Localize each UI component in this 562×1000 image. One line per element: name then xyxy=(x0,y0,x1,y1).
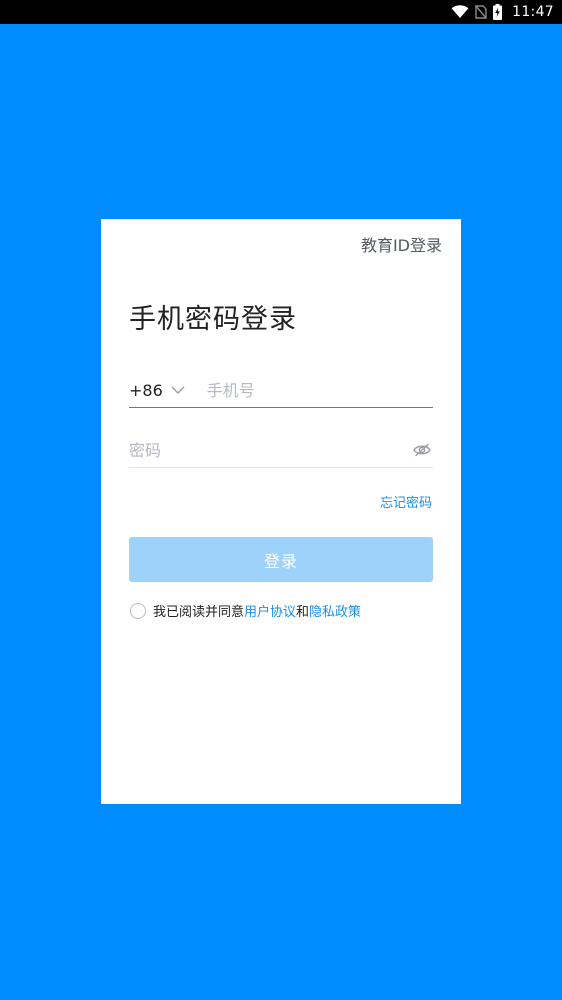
agreement-checkbox[interactable] xyxy=(130,602,146,619)
phone-field-row: +86 xyxy=(129,373,433,408)
agreement-conjunction: 和 xyxy=(296,605,310,620)
no-sim-icon xyxy=(475,5,488,19)
user-agreement-link[interactable]: 用户协议 xyxy=(244,601,296,620)
agreement-prefix: 我已阅读并同意 xyxy=(153,605,245,620)
battery-charging-icon xyxy=(493,4,503,20)
country-code-label: +86 xyxy=(129,380,163,400)
status-icons: 11:47 xyxy=(451,0,554,24)
privacy-policy-link[interactable]: 隐私政策 xyxy=(309,601,361,620)
login-button[interactable]: 登录 xyxy=(129,537,433,582)
wifi-icon xyxy=(451,5,469,19)
country-code-selector[interactable]: +86 xyxy=(129,377,185,403)
login-screen: 11:47 教育ID登录 手机密码登录 +86 手机号 忘记密码 登录 我已阅读… xyxy=(0,0,562,1000)
forgot-password-link[interactable]: 忘记密码 xyxy=(380,492,432,511)
agreement-row: 我已阅读并同意 用户协议 和 隐私政策 xyxy=(130,601,361,620)
login-card: 教育ID登录 手机密码登录 +86 忘记密码 登录 xyxy=(101,219,461,804)
password-field-row xyxy=(129,433,433,468)
chevron-down-icon xyxy=(171,386,185,394)
password-input[interactable] xyxy=(129,440,379,460)
status-time: 11:47 xyxy=(512,4,554,20)
phone-input[interactable] xyxy=(206,380,407,400)
page-title: 手机密码登录 xyxy=(129,304,297,335)
status-bar: 11:47 xyxy=(0,0,562,24)
eye-off-icon[interactable] xyxy=(411,439,433,461)
edu-id-login-link[interactable]: 教育ID登录 xyxy=(361,232,442,256)
